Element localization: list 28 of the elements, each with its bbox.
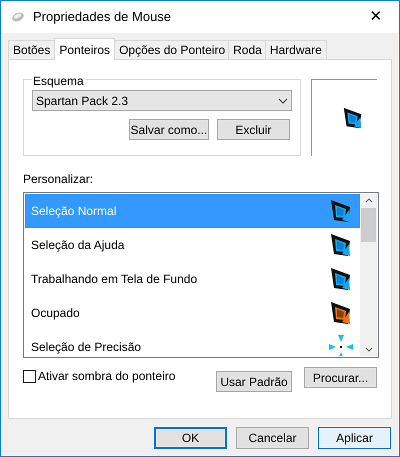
scrollbar[interactable]	[360, 194, 377, 356]
scheme-dropdown[interactable]: Spartan Pack 2.3	[32, 90, 292, 111]
list-item[interactable]: Ocupado	[25, 296, 360, 330]
crosshair-cursor-icon	[328, 334, 354, 356]
scheme-button[interactable]: Excluir	[216, 119, 290, 140]
checkbox-label: Ativar sombra do ponteiro	[38, 368, 176, 385]
tab[interactable]: Opções do Ponteiro	[114, 40, 230, 59]
tab[interactable]: Hardware	[264, 40, 327, 59]
window-title: Propriedades de Mouse	[33, 8, 172, 26]
list-label: Personalizar:	[23, 171, 94, 188]
dialog-button[interactable]: Aplicar	[318, 427, 391, 449]
list-item[interactable]: Trabalhando em Tela de Fundo	[25, 262, 360, 296]
close-button[interactable]: ✕	[361, 6, 391, 28]
use-default-button[interactable]: Usar Padrão	[216, 371, 292, 392]
dialog-button[interactable]: Cancelar	[236, 427, 309, 449]
chevron-down-icon	[278, 98, 288, 104]
scheme-button[interactable]: Salvar como...	[128, 119, 209, 140]
tab[interactable]: Botões	[8, 40, 56, 59]
dialog-button[interactable]: OK	[154, 427, 227, 449]
scroll-up-icon	[364, 198, 372, 203]
checkbox[interactable]	[23, 370, 36, 382]
scroll-down-icon	[364, 347, 372, 352]
tab[interactable]: Ponteiros	[54, 38, 116, 60]
list-item[interactable]: Seleção da Ajuda	[25, 228, 360, 262]
tab[interactable]: Roda	[228, 40, 267, 59]
list-item[interactable]: Seleção de Precisão	[25, 330, 360, 356]
scrollbar-thumb[interactable]	[361, 208, 376, 242]
browse-button[interactable]: Procurar...	[304, 367, 377, 388]
